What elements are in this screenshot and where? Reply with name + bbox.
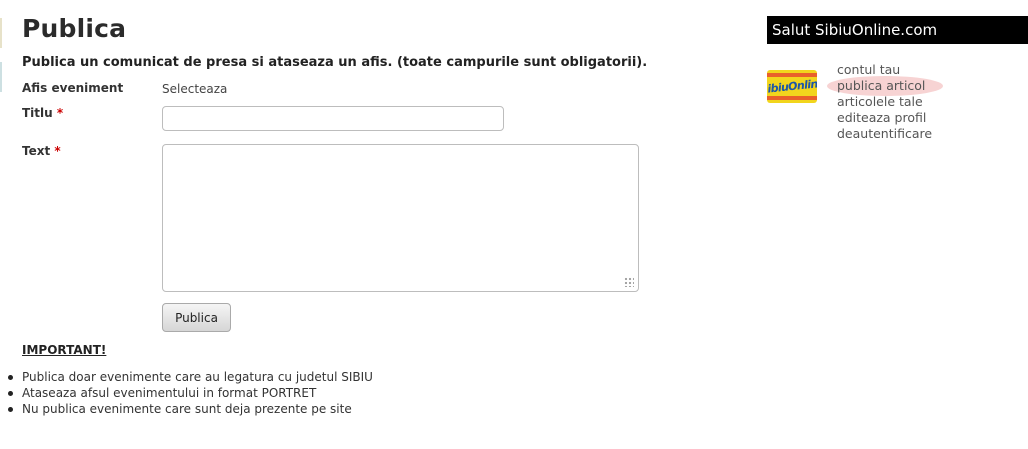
required-mark: * <box>56 106 64 120</box>
list-item: Publica doar evenimente care au legatura… <box>8 370 373 384</box>
titlu-label: Titlu <box>22 106 53 120</box>
required-mark: * <box>54 144 61 158</box>
text-label-row: Text * <box>22 144 61 158</box>
page-title: Publica <box>22 14 127 43</box>
left-edge-marker-top <box>0 18 2 48</box>
resize-grip-icon[interactable] <box>624 277 634 287</box>
rules-list: Publica doar evenimente care au legatura… <box>8 369 373 417</box>
menu-item-contul-tau[interactable]: contul tau <box>837 62 932 78</box>
menu-item-publica-articol[interactable]: publica articol <box>826 76 944 96</box>
menu-item-articolele-tale[interactable]: articolele tale <box>837 94 932 110</box>
user-menu: contul tau publica articol articolele ta… <box>826 62 944 142</box>
afis-select-link[interactable]: Selecteaza <box>162 82 227 96</box>
user-sidebar: Salut SibiuOnline.com SibiuOnline contul… <box>767 16 1028 141</box>
publica-submit-button[interactable]: Publica <box>162 303 231 332</box>
text-textarea[interactable] <box>162 144 639 292</box>
logo-text: SibiuOnline <box>767 76 817 97</box>
text-label: Text <box>22 144 51 158</box>
menu-item-editeaza-profil[interactable]: editeaza profil <box>837 110 932 126</box>
afis-label: Afis eveniment <box>22 81 124 95</box>
intro-text: Publica un comunicat de presa si ataseaz… <box>22 55 648 70</box>
left-edge-marker-bottom <box>0 62 2 92</box>
sibiuonline-logo[interactable]: SibiuOnline <box>767 70 817 103</box>
logo-wave-bottom <box>767 96 817 100</box>
titlu-input[interactable] <box>162 106 504 131</box>
list-item: Nu publica evenimente care sunt deja pre… <box>8 401 373 417</box>
list-item: Ataseaza afsul evenimentului in format P… <box>8 385 373 401</box>
menu-item-deautentificare[interactable]: deautentificare <box>837 126 932 142</box>
titlu-label-row: Titlu * <box>22 106 63 120</box>
greeting-bar: Salut SibiuOnline.com <box>767 16 1028 44</box>
logo-wave-top <box>767 73 817 77</box>
important-heading: IMPORTANT! <box>22 343 107 357</box>
